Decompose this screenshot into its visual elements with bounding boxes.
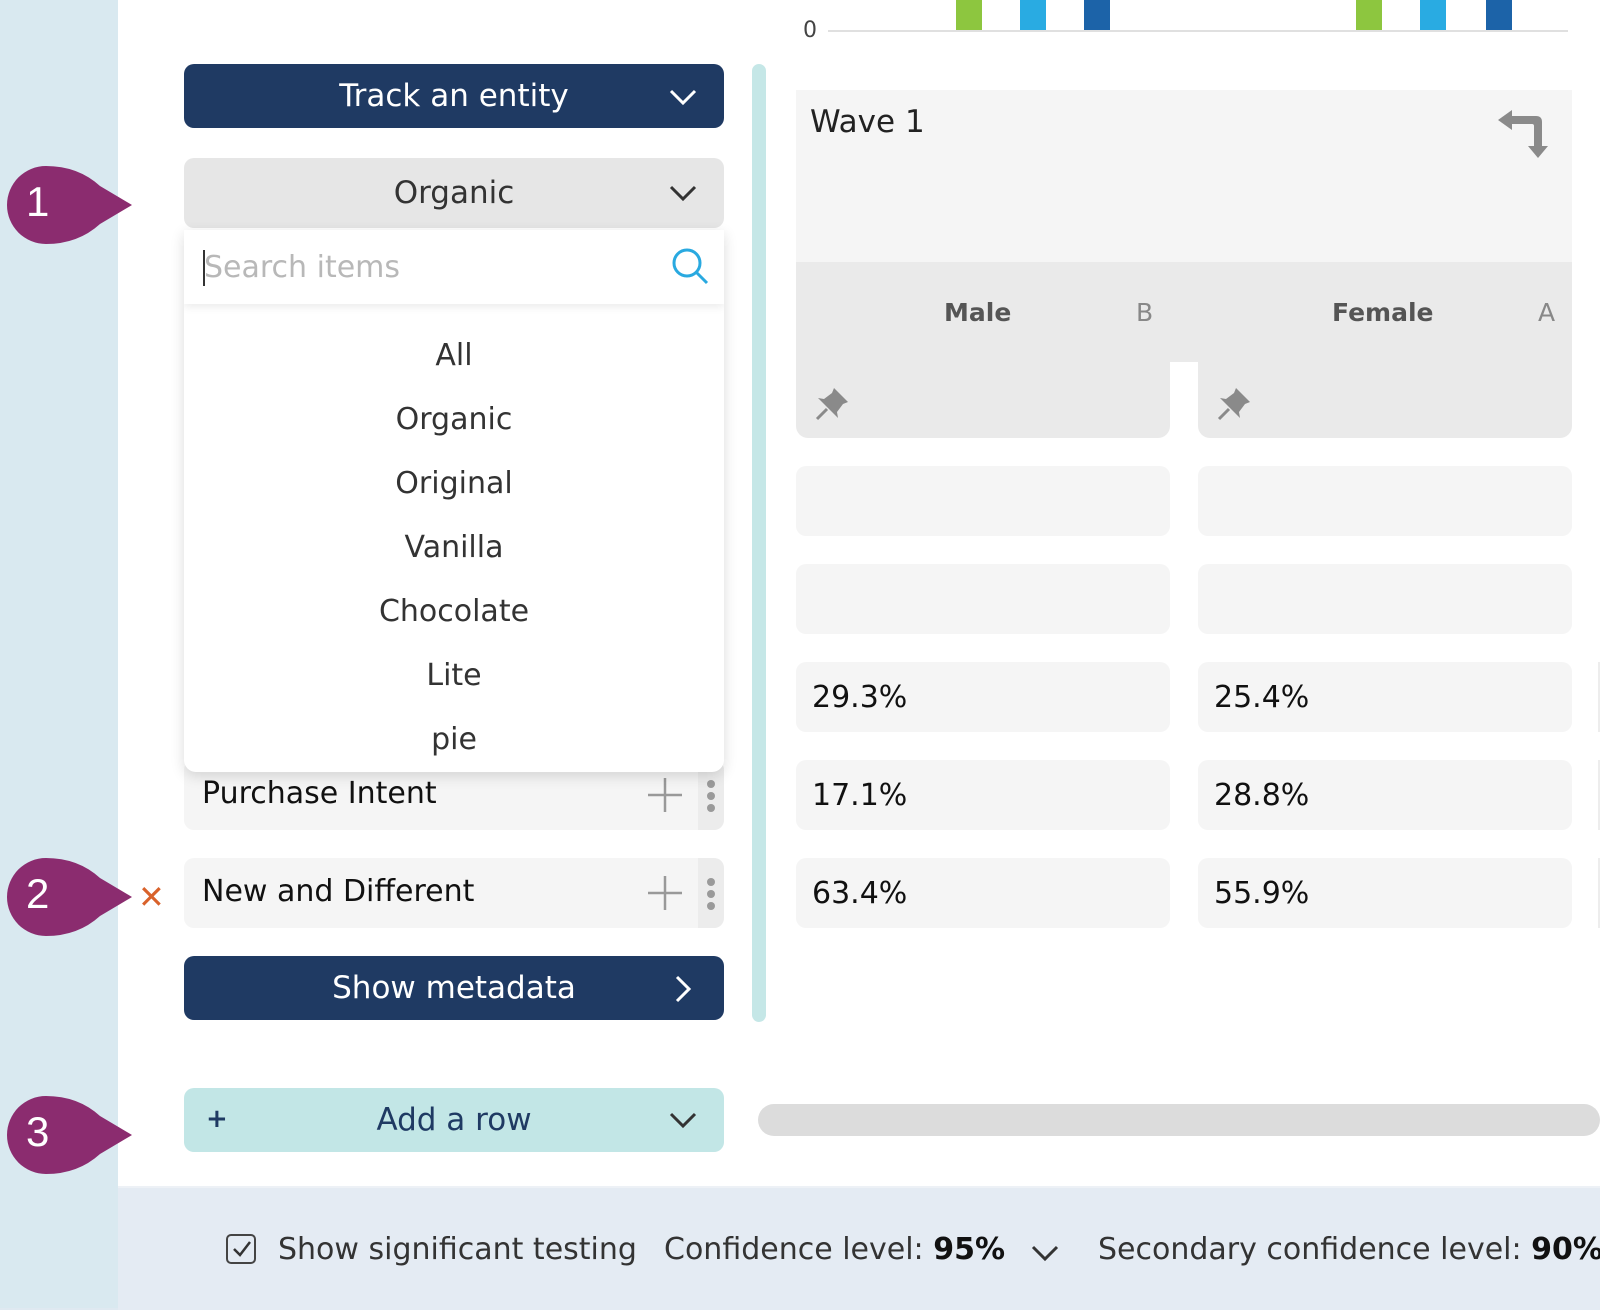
chart-bar [1020,0,1046,30]
confidence-label: Confidence level: [664,1232,924,1267]
horizontal-scrollbar[interactable] [758,1104,1600,1136]
row-item-new-and-different[interactable]: New and Different [184,858,724,928]
remove-row-icon[interactable]: ✕ [138,878,165,916]
cell-value: 25.4% [1214,680,1310,715]
table-cell: 25.4% [1198,662,1572,732]
track-entity-button[interactable]: Track an entity [184,64,724,128]
track-entity-label: Track an entity [339,78,569,114]
pin-icon[interactable] [1214,384,1254,424]
variant-selected-label: Organic [393,175,515,211]
table-cell: 29.3% [796,662,1170,732]
variant-dropdown[interactable]: Organic [184,158,724,228]
significant-testing-label[interactable]: Show significant testing [278,1232,637,1267]
significant-testing-checkbox[interactable] [226,1234,256,1264]
add-row-button[interactable]: + Add a row [184,1088,724,1152]
row-label: Purchase Intent [202,776,437,811]
secondary-confidence-value: 90% [1531,1232,1600,1267]
secondary-confidence-selector[interactable]: Secondary confidence level: 90% [1098,1232,1600,1267]
callout-marker-1: 1 [4,164,136,246]
dropdown-option[interactable]: Chocolate [184,590,724,634]
column-header-male[interactable]: Male [944,298,1011,327]
pin-cell [1198,362,1572,438]
cell-value: 29.3% [812,680,908,715]
callout-number: 1 [26,178,50,225]
secondary-confidence-label: Secondary confidence level: [1098,1232,1522,1267]
table-cell: 28.8% [1198,760,1572,830]
chart-bar [1486,0,1512,30]
dropdown-option[interactable]: pie [184,718,724,762]
chevron-down-icon[interactable] [1030,1238,1060,1268]
callout-marker-2: 2 [4,856,136,938]
chevron-right-icon [675,975,692,1003]
cell-value: 28.8% [1214,778,1310,813]
dropdown-option[interactable]: Original [184,462,724,506]
chart-axis-zero-label: 0 [803,18,817,43]
wave-header: Wave 1 [796,90,1572,262]
table-cell-empty [796,564,1170,634]
table-cell-empty [1198,466,1572,536]
dropdown-option[interactable]: All [184,334,724,378]
cell-value: 17.1% [812,778,908,813]
chart-bar [1420,0,1446,30]
chart-bar [1084,0,1110,30]
callout-shape [7,1096,132,1174]
swap-arrow-icon[interactable] [1492,104,1562,164]
add-row-label: Add a row [376,1102,532,1138]
callout-shape [7,858,132,936]
plus-icon[interactable] [646,776,684,814]
search-input[interactable] [202,244,656,290]
chevron-down-icon [669,1112,697,1129]
callout-shape [7,166,132,244]
show-metadata-label: Show metadata [332,970,576,1006]
column-header-female[interactable]: Female [1332,298,1433,327]
chevron-down-icon [669,185,697,202]
callout-number: 3 [26,1108,50,1155]
show-metadata-button[interactable]: Show metadata [184,956,724,1020]
variant-dropdown-menu: All Organic Original Vanilla Chocolate L… [184,230,724,772]
confidence-value: 95% [933,1232,1006,1267]
callout-marker-3: 3 [4,1094,136,1176]
chart-bar [1356,0,1382,30]
wave-title: Wave 1 [810,104,925,140]
table-cell-empty [1198,564,1572,634]
checkmark-icon [233,1241,251,1257]
pin-cell [796,362,1170,438]
column-code: B [1136,298,1154,327]
chevron-down-icon [669,89,697,106]
row-label: New and Different [202,874,475,909]
chart-bar [956,0,982,30]
dropdown-option[interactable]: Vanilla [184,526,724,570]
chart-axis-line [828,30,1568,32]
confidence-level-selector[interactable]: Confidence level: 95% [664,1232,1005,1267]
column-header-row: Male B Female A [796,262,1572,364]
row-menu-handle[interactable] [698,858,724,928]
table-cell-empty [796,466,1170,536]
search-icon[interactable] [670,246,710,286]
column-code: A [1538,298,1556,327]
dropdown-option[interactable]: Organic [184,398,724,442]
plus-icon[interactable] [646,874,684,912]
cell-value: 55.9% [1214,876,1310,911]
callout-number: 2 [26,870,50,917]
table-cell: 63.4% [796,858,1170,928]
column-gap [1170,362,1198,438]
table-cell: 17.1% [796,760,1170,830]
search-box [184,230,724,304]
pin-icon[interactable] [812,384,852,424]
text-cursor [203,250,205,286]
dropdown-option[interactable]: Lite [184,654,724,698]
table-cell: 55.9% [1198,858,1572,928]
cell-value: 63.4% [812,876,908,911]
plus-icon: + [206,1104,228,1134]
panel-resize-handle[interactable] [752,64,766,1022]
